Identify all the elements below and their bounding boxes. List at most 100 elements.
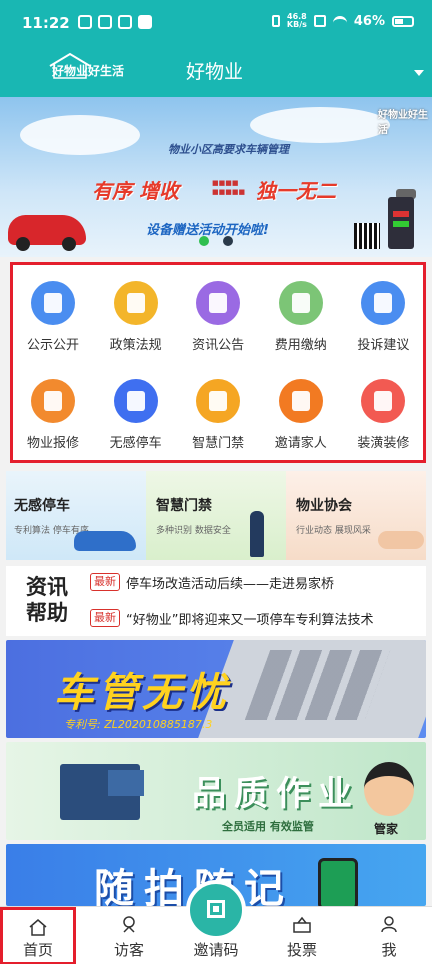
tab-visitor[interactable]: 访客 — [86, 907, 172, 964]
battery-percent: 46% — [353, 13, 385, 29]
notification-icons — [78, 15, 152, 29]
person-image — [250, 511, 264, 557]
app-notification-icon — [98, 15, 112, 29]
card-access-control[interactable]: 智慧门禁 多种识别 数据安全 — [146, 471, 286, 560]
invite-icon — [278, 379, 323, 423]
menu-item[interactable]: 投诉建议 — [341, 265, 425, 355]
banner-decoration — [250, 107, 390, 143]
parking-car-icon — [113, 379, 158, 423]
menu-item[interactable]: 智慧门禁 — [176, 363, 260, 453]
app-notification-icon — [118, 15, 132, 29]
menu-item[interactable]: 物业报修 — [11, 363, 95, 453]
promo-headline: 品质作业 — [192, 774, 360, 814]
home-icon — [29, 919, 47, 936]
tab-label: 访客 — [113, 941, 144, 959]
news-headline: “好物业”即将迎来又一项停车专利算法技术 — [126, 612, 374, 628]
banner-slogan-left: 有序 增收 — [92, 179, 179, 203]
menu-item[interactable]: 邀请家人 — [259, 363, 343, 453]
promo-quality-banner[interactable]: 品质作业 全员适用 有效监管 管家 — [6, 742, 426, 840]
menu-item[interactable]: 装潢装修 — [341, 363, 425, 453]
menu-item-label: 资讯公告 — [192, 338, 245, 353]
status-time: 11:22 — [22, 14, 70, 32]
notice-board-icon — [31, 281, 75, 325]
handshake-image — [378, 531, 424, 549]
feature-cards: 无感停车 专利算法 停车有序 智慧门禁 多种识别 数据安全 物业协会 行业动态 … — [6, 471, 426, 560]
menu-item[interactable]: 政策法规 — [94, 265, 178, 355]
steward-avatar — [364, 762, 414, 816]
carousel-dot-active[interactable] — [199, 236, 209, 246]
menu-item-label: 物业报修 — [26, 436, 79, 451]
tab-profile[interactable]: 我 — [346, 907, 432, 964]
menu-item-label: 公示公开 — [26, 338, 79, 353]
vibrate-icon — [271, 15, 280, 27]
patent-number: 专利号: ZL202010885187.3 — [64, 718, 213, 731]
new-badge: 最新 — [90, 609, 120, 627]
news-headline: 停车场改造活动后续——走进易家桥 — [126, 576, 335, 592]
car-image — [74, 531, 136, 551]
workstation-image — [60, 764, 144, 820]
menu-item-label: 政策法规 — [109, 338, 162, 353]
card-association[interactable]: 物业协会 行业动态 展现风采 — [286, 471, 426, 560]
mail-complaint-icon — [361, 281, 406, 325]
parking-lot-image — [198, 640, 426, 738]
phone-image — [318, 858, 358, 906]
profile-icon — [381, 916, 397, 933]
chevron-down-icon[interactable] — [414, 70, 424, 76]
menu-item-label: 智慧门禁 — [192, 436, 245, 451]
tab-label: 投票 — [286, 941, 317, 959]
status-bar: 11:22 46.8 KB/s 46% — [0, 0, 432, 40]
wifi-icon — [332, 16, 347, 26]
banner-decoration — [20, 115, 140, 155]
no-sim-icon — [313, 15, 326, 27]
promo-carousel[interactable]: 好物业好生活 物业小区高要求车辆管理 有序 增收 ■■■■ ■■■■■ 独一无二 … — [0, 97, 432, 257]
card-subtitle: 行业动态 展现风采 — [296, 526, 371, 536]
steward-label: 管家 — [374, 822, 399, 836]
service-grid: 公示公开 政策法规 资讯公告 费用缴纳 投诉建议物业报修 无感停车 智慧门禁 邀请家人 装潢装修 — [10, 262, 426, 463]
banner-fineprint: ■■■■ ■■■■■ — [212, 179, 246, 196]
menu-item-label: 装潢装修 — [357, 436, 410, 451]
invite-code-button[interactable] — [186, 880, 246, 940]
menu-item[interactable]: 资讯公告 — [176, 265, 260, 355]
banner-logo: 好物业好生活 — [378, 110, 428, 136]
tab-label: 我 — [381, 941, 397, 959]
tab-home[interactable]: 首页 — [0, 907, 76, 964]
wrench-icon — [31, 379, 75, 423]
tab-vote[interactable]: 投票 — [259, 907, 345, 964]
app-header: 11:22 46.8 KB/s 46% 好物业好生活 好物业 — [0, 0, 432, 97]
news-item[interactable]: 最新 停车场改造活动后续——走进易家桥 — [90, 572, 334, 592]
page-title: 好物业 — [186, 61, 244, 83]
tab-label: 邀请码 — [193, 941, 239, 959]
card-subtitle: 多种识别 数据安全 — [156, 526, 231, 536]
vote-icon — [293, 916, 311, 933]
new-badge: 最新 — [90, 573, 120, 591]
menu-item-label: 费用缴纳 — [274, 338, 327, 353]
carousel-dot[interactable] — [223, 236, 233, 246]
card-title: 智慧门禁 — [156, 498, 212, 514]
menu-item[interactable]: 无感停车 — [94, 363, 178, 453]
menu-item-label: 邀请家人 — [274, 436, 327, 451]
menu-item[interactable]: 公示公开 — [11, 265, 95, 355]
battery-icon — [392, 15, 414, 27]
tiktok-icon — [138, 15, 152, 29]
promo-headline: 车管无忧 — [54, 670, 230, 716]
net-speed: 46.8 KB/s — [286, 12, 307, 29]
card-title: 物业协会 — [296, 498, 352, 514]
tab-label: 首页 — [22, 941, 53, 959]
money-bag-icon — [278, 281, 323, 325]
promo-parking-banner[interactable]: 车管无忧 专利号: ZL202010885187.3 — [6, 640, 426, 738]
card-title: 无感停车 — [14, 498, 70, 514]
house-policy-icon — [113, 281, 158, 325]
calendar-icon — [78, 15, 92, 29]
menu-item[interactable]: 费用缴纳 — [259, 265, 343, 355]
news-item[interactable]: 最新 “好物业”即将迎来又一项停车专利算法技术 — [90, 608, 373, 628]
card-parking[interactable]: 无感停车 专利算法 停车有序 — [6, 471, 146, 560]
menu-item-label: 无感停车 — [109, 436, 162, 451]
house-decor-icon — [361, 379, 406, 423]
menu-item-label: 投诉建议 — [357, 338, 410, 353]
news-save-icon — [196, 281, 241, 325]
banner-subtitle: 物业小区高要求车辆管理 — [168, 143, 289, 156]
banner-slogan-right: 独一无二 — [256, 179, 336, 203]
red-car-image — [8, 215, 86, 251]
qr-code-image — [354, 223, 380, 249]
qr-code-icon — [207, 900, 225, 918]
